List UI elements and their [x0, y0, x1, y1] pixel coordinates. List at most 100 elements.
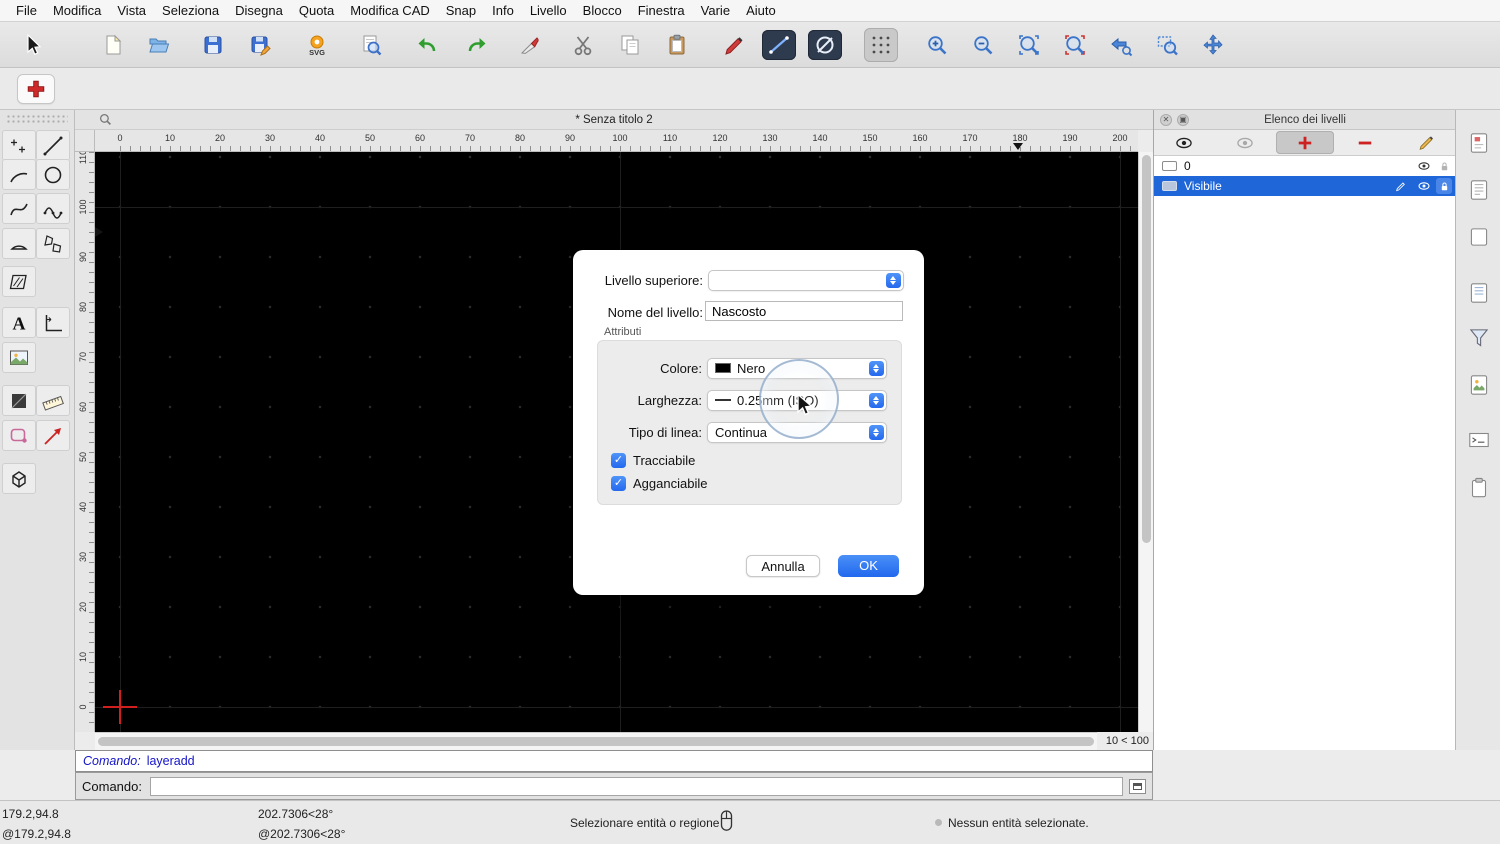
polygon-tools-button[interactable] — [36, 228, 70, 259]
save-file-as-button[interactable] — [244, 28, 278, 62]
dimension-tools-button[interactable] — [36, 307, 70, 338]
layer-visibility-icon[interactable] — [1416, 158, 1432, 174]
menu-livello[interactable]: Livello — [522, 3, 575, 18]
zoom-previous-button[interactable] — [1104, 28, 1138, 62]
menu-modifica-cad[interactable]: Modifica CAD — [342, 3, 437, 18]
block-tools-button[interactable] — [2, 463, 36, 494]
layer-row-0[interactable]: 0 — [1154, 156, 1456, 176]
menu-snap[interactable]: Snap — [438, 3, 484, 18]
measure-tools-button[interactable] — [36, 385, 70, 416]
add-toolbar-button[interactable] — [17, 74, 55, 104]
edit-layer-button[interactable] — [1397, 131, 1455, 154]
command-line-panel-button[interactable] — [1464, 425, 1494, 455]
arc-tools-button[interactable] — [2, 159, 36, 190]
copy-button[interactable] — [613, 28, 647, 62]
line-tools-button[interactable] — [36, 130, 70, 161]
menu-modifica[interactable]: Modifica — [45, 3, 109, 18]
menu-varie[interactable]: Varie — [693, 3, 738, 18]
zoom-reference-button[interactable] — [1058, 28, 1092, 62]
menu-file[interactable]: File — [8, 3, 45, 18]
panel-float-icon[interactable]: ▣ — [1177, 114, 1189, 126]
svg-export-button[interactable]: SVG — [300, 28, 334, 62]
undo-button[interactable] — [410, 28, 444, 62]
zoom-window-button[interactable] — [1150, 28, 1184, 62]
layer-row-visibile[interactable]: Visibile — [1154, 176, 1456, 196]
attributes-groupbox: Colore: Nero Larghezza: 0.25mm (ISO) Tip… — [597, 340, 902, 505]
print-preview-button[interactable] — [354, 28, 388, 62]
shape-tools-button[interactable] — [2, 420, 36, 451]
parent-layer-combo[interactable] — [708, 269, 904, 291]
spline-tools-button[interactable] — [36, 193, 70, 224]
selection-filter-panel-button[interactable] — [1464, 323, 1494, 353]
menu-blocco[interactable]: Blocco — [575, 3, 630, 18]
vertical-scrollbar-thumb[interactable] — [1142, 155, 1151, 543]
image-tool-button[interactable] — [2, 342, 36, 373]
selection-tool-button[interactable] — [15, 28, 49, 62]
segment-tools-button[interactable] — [2, 228, 36, 259]
ok-button[interactable]: OK — [838, 555, 899, 577]
panel-close-icon[interactable]: ✕ — [1160, 114, 1172, 126]
grid-toggle-button[interactable] — [864, 28, 898, 62]
layer-swatch-icon[interactable] — [1162, 181, 1177, 191]
hatch-tools-button[interactable] — [2, 266, 36, 297]
block-tools-icon — [12, 470, 26, 488]
hide-all-layers-button[interactable] — [1215, 131, 1273, 154]
command-fullscreen-button[interactable] — [1129, 778, 1146, 794]
show-all-layers-button[interactable] — [1155, 131, 1213, 154]
property-editor-panel-button[interactable] — [1464, 128, 1494, 158]
new-file-button[interactable] — [96, 28, 130, 62]
cut-button[interactable] — [566, 28, 600, 62]
document-tab[interactable]: * Senza titolo 2 — [75, 110, 1153, 130]
pen-properties-button[interactable] — [716, 28, 750, 62]
zoom-out-button[interactable] — [966, 28, 1000, 62]
redo-button[interactable] — [460, 28, 494, 62]
clipboard-panel-button[interactable] — [1464, 473, 1494, 503]
block-list-panel-button[interactable] — [1464, 222, 1494, 252]
open-file-button[interactable] — [142, 28, 176, 62]
zoom-in-button[interactable] — [920, 28, 954, 62]
paste-button[interactable] — [660, 28, 694, 62]
main-toolbar: SVG — [0, 22, 1500, 68]
horizontal-scrollbar-thumb[interactable] — [98, 737, 1094, 746]
cancel-button[interactable]: Annulla — [746, 555, 820, 577]
add-layer-button[interactable] — [1275, 131, 1335, 154]
solid-fill-tool-button[interactable] — [2, 385, 36, 416]
text-tool-button[interactable]: A — [2, 307, 36, 338]
menu-aiuto[interactable]: Aiuto — [738, 3, 784, 18]
menu-disegna[interactable]: Disegna — [227, 3, 291, 18]
zoom-pan-button[interactable] — [1196, 28, 1230, 62]
new-file-icon — [106, 34, 122, 55]
menu-seleziona[interactable]: Seleziona — [154, 3, 227, 18]
command-input[interactable] — [149, 776, 1123, 796]
solid-fill-tool-icon — [11, 393, 27, 408]
palette-drag-handle[interactable] — [6, 114, 68, 124]
draft-mode-button[interactable] — [808, 30, 842, 60]
view-list-panel-button[interactable] — [1464, 278, 1494, 308]
vruler-label: 0 — [78, 704, 88, 710]
horizontal-scrollbar[interactable] — [95, 732, 1097, 750]
point-tools-button[interactable] — [2, 130, 36, 161]
layer-visibility-icon[interactable] — [1416, 178, 1432, 194]
layer-lock-icon[interactable] — [1436, 178, 1452, 194]
vertical-scrollbar[interactable] — [1138, 152, 1153, 732]
menu-vista[interactable]: Vista — [109, 3, 154, 18]
measure-angle-tool-button[interactable] — [36, 420, 70, 451]
delete-tool-button[interactable] — [513, 28, 547, 62]
traceable-checkbox[interactable]: Tracciabile — [611, 451, 695, 469]
snappable-checkbox[interactable]: Agganciabile — [611, 474, 707, 492]
freehand-tools-button[interactable] — [2, 193, 36, 224]
library-browser-panel-button[interactable] — [1464, 370, 1494, 400]
layer-name-input[interactable] — [705, 301, 903, 321]
layer-swatch-icon[interactable] — [1162, 161, 1177, 171]
zoom-auto-button[interactable] — [1012, 28, 1046, 62]
line-attributes-button[interactable] — [762, 30, 796, 60]
layer-edit-icon[interactable] — [1392, 178, 1408, 194]
layer-lock-icon[interactable] — [1436, 158, 1452, 174]
menu-quota[interactable]: Quota — [291, 3, 342, 18]
menu-info[interactable]: Info — [484, 3, 522, 18]
circle-tools-button[interactable] — [36, 159, 70, 190]
layer-list-panel-button[interactable] — [1464, 175, 1494, 205]
menu-finestra[interactable]: Finestra — [630, 3, 693, 18]
save-file-button[interactable] — [196, 28, 230, 62]
remove-layer-button[interactable] — [1336, 131, 1394, 154]
